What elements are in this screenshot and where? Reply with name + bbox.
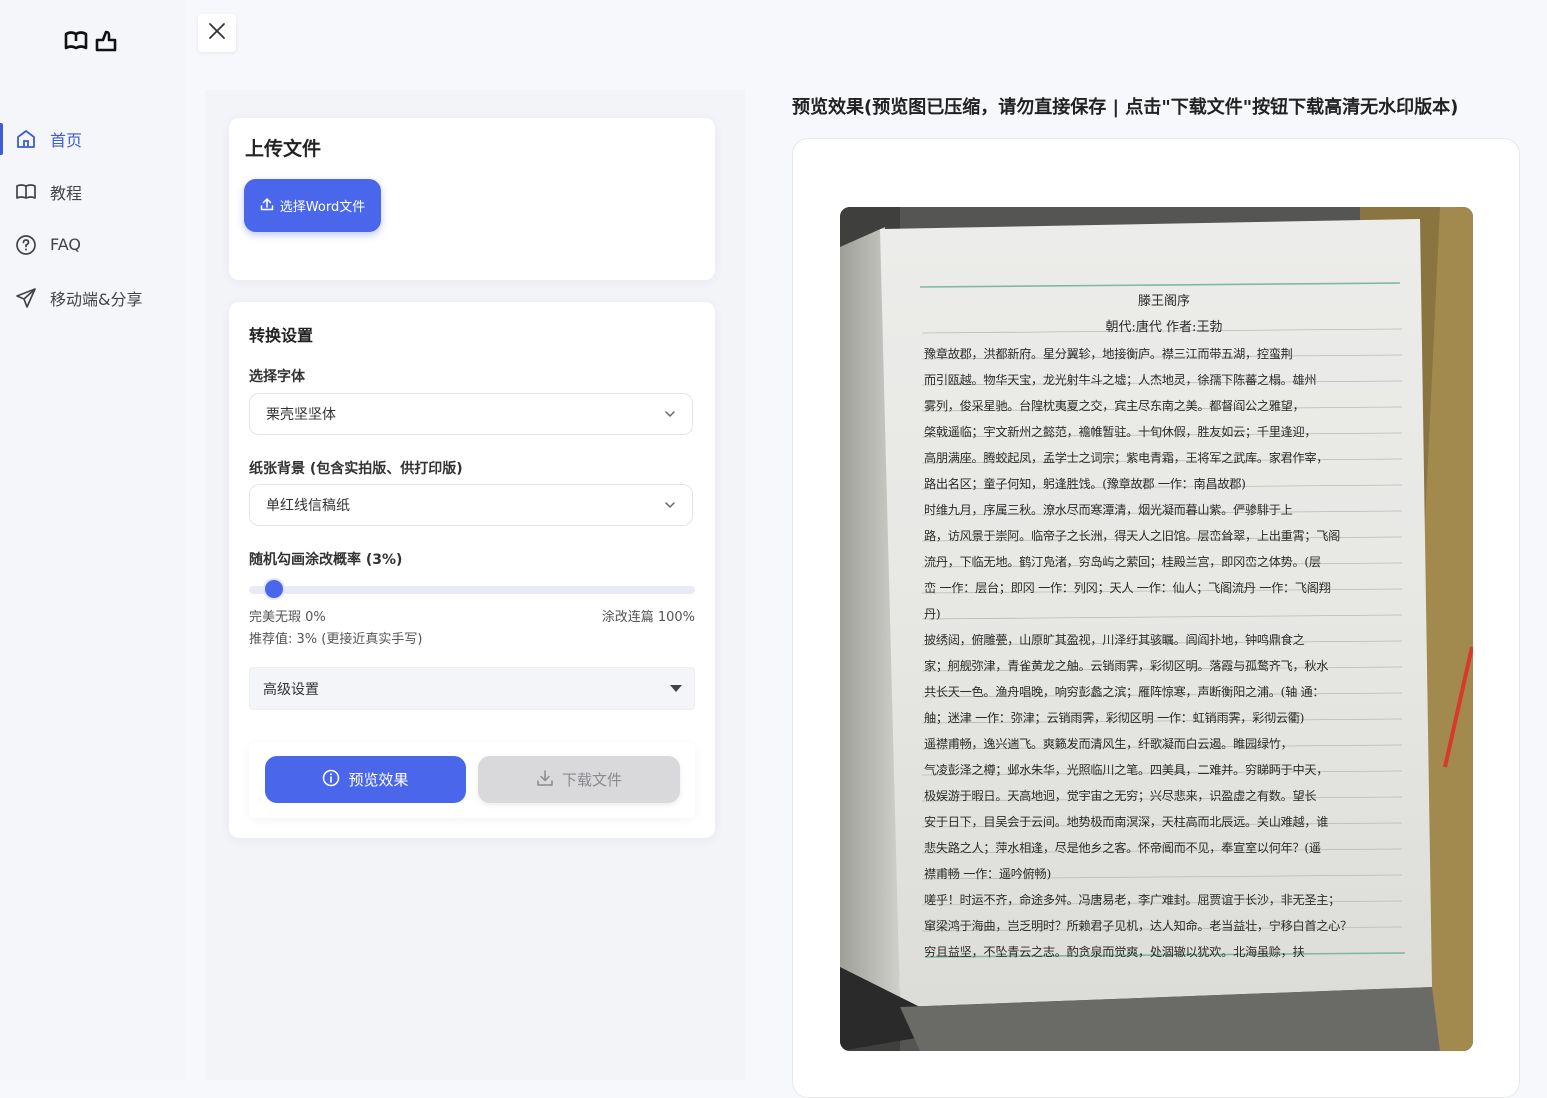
paper-label: 纸张背景 (包含实拍版、供打印版) xyxy=(249,461,463,477)
sidebar-nav: 首页 教程 FAQ 移动端&分享 xyxy=(0,112,185,324)
send-icon xyxy=(14,286,38,310)
doc-line: 穷且益坚，不坠青云之志。酌贪泉而觉爽，处涸辙以犹欢。北海虽赊，扶 xyxy=(924,945,1305,959)
doc-line: 极娱游于暇日。天高地迥，觉宇宙之无穷；兴尽悲来，识盈虚之有数。望长 xyxy=(924,789,1317,803)
download-button-label: 下载文件 xyxy=(561,771,622,789)
doc-line: 安于日下，目吴会于云间。地势极而南溟深，天柱高而北辰远。关山难越，谁 xyxy=(924,815,1329,829)
font-label: 选择字体 xyxy=(249,369,305,385)
probability-label: 随机勾画涂改概率 (3%) xyxy=(249,552,403,568)
doc-lines: 豫章故郡，洪都新府。星分翼轸，地接衡庐。襟三江而带五湖，控蛮荆而引瓯越。物华天宝… xyxy=(924,341,1404,965)
doc-line: 悲失路之人；萍水相逢，尽是他乡之客。怀帝阍而不见，奉宣室以何年？(遥 xyxy=(924,841,1321,855)
doc-line: 丹) xyxy=(924,607,941,621)
question-circle-icon xyxy=(14,233,38,257)
probability-slider[interactable] xyxy=(249,578,695,600)
caret-down-icon xyxy=(670,681,682,697)
doc-line: 而引瓯越。物华天宝，龙光射牛斗之墟；人杰地灵，徐孺下陈蕃之榻。雄州 xyxy=(924,373,1317,387)
doc-line: 披绣闼，俯雕甍，山原旷其盈视，川泽纡其骇瞩。闾阎扑地，钟鸣鼎食之 xyxy=(924,633,1305,647)
doc-line: 舳；迷津 一作：弥津；云销雨霁，彩彻区明 一作：虹销雨霁，彩彻云衢) xyxy=(924,711,1305,725)
sidebar-item-label: 教程 xyxy=(50,183,83,203)
book-icon xyxy=(14,180,38,204)
book-open-icon xyxy=(64,30,88,52)
sidebar-item-faq[interactable]: FAQ xyxy=(0,218,185,271)
chevron-down-icon xyxy=(664,406,676,422)
select-word-file-label: 选择Word文件 xyxy=(279,200,366,215)
action-buttons: 预览效果 下载文件 xyxy=(249,742,695,818)
doc-line: 家；舸舰弥津，青雀黄龙之舳。云销雨霁，彩彻区明。落霞与孤鹜齐飞，秋水 xyxy=(924,659,1329,673)
upload-icon xyxy=(260,197,274,215)
download-button[interactable]: 下载文件 xyxy=(478,756,680,803)
settings-title: 转换设置 xyxy=(249,326,314,345)
thumbs-up-icon xyxy=(94,30,118,52)
handwritten-page-text: 滕王阁序 朝代:唐代 作者:王勃 豫章故郡，洪都新府。星分翼轸，地接衡庐。襟三江… xyxy=(924,289,1404,965)
conversion-settings-card: 转换设置 选择字体 栗壳坚坚体 纸张背景 (包含实拍版、供打印版) 单红线信稿纸… xyxy=(229,302,715,838)
doc-line: 气凌彭泽之樽；邺水朱华，光照临川之笔。四美具，二难并。穷睇眄于中天， xyxy=(924,763,1329,777)
sidebar-item-label: FAQ xyxy=(50,235,81,254)
preview-image: 滕王阁序 朝代:唐代 作者:王勃 豫章故郡，洪都新府。星分翼轸，地接衡庐。襟三江… xyxy=(840,207,1473,1051)
doc-line: 共长天一色。渔舟唱晚，响穷彭蠡之滨；雁阵惊寒，声断衡阳之浦。(轴 通： xyxy=(924,685,1325,699)
sidebar: 首页 教程 FAQ 移动端&分享 xyxy=(0,0,185,1080)
close-icon xyxy=(208,22,226,44)
sidebar-item-home[interactable]: 首页 xyxy=(0,112,185,165)
paper-select[interactable]: 单红线信稿纸 xyxy=(249,484,693,526)
doc-line: 豫章故郡，洪都新府。星分翼轸，地接衡庐。襟三江而带五湖，控蛮荆 xyxy=(924,347,1293,361)
download-icon xyxy=(536,769,554,791)
doc-title: 滕王阁序 xyxy=(1137,294,1190,309)
preview-button-label: 预览效果 xyxy=(348,771,409,789)
doc-line: 遥襟甫畅，逸兴遄飞。爽籁发而清风生，纤歌凝而白云遏。睢园绿竹， xyxy=(924,737,1293,751)
doc-line: 路，访风景于崇阿。临帝子之长洲，得天人之旧馆。层峦耸翠，上出重霄；飞阁 xyxy=(924,529,1341,543)
preview-button[interactable]: 预览效果 xyxy=(265,756,466,803)
font-select-value: 栗壳坚坚体 xyxy=(266,407,336,423)
doc-line: 高朋满座。腾蛟起凤，孟学士之词宗；紫电青霜，王将军之武库。家君作宰， xyxy=(924,451,1329,465)
chevron-down-icon xyxy=(664,497,676,513)
select-word-file-button[interactable]: 选择Word文件 xyxy=(244,179,381,232)
slider-min-label: 完美无瑕 0% xyxy=(249,610,326,625)
home-icon xyxy=(14,127,38,151)
slider-max-label: 涂改连篇 100% xyxy=(601,610,695,625)
paper-select-value: 单红线信稿纸 xyxy=(266,498,350,514)
close-button[interactable] xyxy=(198,14,236,52)
slider-thumb[interactable] xyxy=(263,578,285,600)
info-icon xyxy=(322,769,340,791)
doc-line: 路出名区；童子何知，躬逢胜饯。(豫章故郡 一作：南昌故郡) xyxy=(924,477,1246,491)
doc-line: 流丹，下临无地。鹤汀凫渚，穷岛屿之萦回；桂殿兰宫，即冈峦之体势。(层 xyxy=(924,555,1321,569)
doc-line: 嗟乎！时运不齐，命途多舛。冯唐易老，李广难封。屈贾谊于长沙，非无圣主； xyxy=(924,893,1341,907)
doc-line: 雾列，俊采星驰。台隍枕夷夏之交，宾主尽东南之美。都督阎公之雅望， xyxy=(924,399,1305,413)
sidebar-item-tutorial[interactable]: 教程 xyxy=(0,165,185,218)
advanced-settings-toggle[interactable]: 高级设置 xyxy=(249,667,695,710)
sidebar-item-mobile-share[interactable]: 移动端&分享 xyxy=(0,271,185,324)
doc-author: 朝代:唐代 作者:王勃 xyxy=(1105,320,1223,335)
logo[interactable] xyxy=(64,30,118,52)
font-select[interactable]: 栗壳坚坚体 xyxy=(249,393,693,435)
doc-line: 窜梁鸿于海曲，岂乏明时？所赖君子见机，达人知命。老当益壮，宁移白首之心？ xyxy=(924,919,1352,933)
recommended-value: 推荐值: 3% (更接近真实手写) xyxy=(249,632,423,647)
sidebar-item-label: 首页 xyxy=(50,130,83,150)
doc-line: 棨戟遥临；宇文新州之懿范，襜帷暂驻。十旬休假，胜友如云；千里逢迎， xyxy=(924,425,1317,439)
sidebar-item-label: 移动端&分享 xyxy=(50,289,143,309)
upload-card: 上传文件 选择Word文件 xyxy=(229,118,715,280)
preview-title: 预览效果(预览图已压缩，请勿直接保存 | 点击"下载文件"按钮下载高清无水印版本… xyxy=(792,97,1459,118)
advanced-settings-label: 高级设置 xyxy=(263,681,319,698)
slider-track xyxy=(249,586,695,594)
doc-line: 襟甫畅 一作：遥吟俯畅) xyxy=(924,867,1051,881)
doc-line: 时维九月，序属三秋。潦水尽而寒潭清，烟光凝而暮山紫。俨骖騑于上 xyxy=(924,503,1293,517)
doc-line: 峦 一作：层台；即冈 一作：列冈；天人 一作：仙人；飞阁流丹 一作：飞阁翔 xyxy=(924,581,1331,595)
upload-title: 上传文件 xyxy=(245,138,322,160)
